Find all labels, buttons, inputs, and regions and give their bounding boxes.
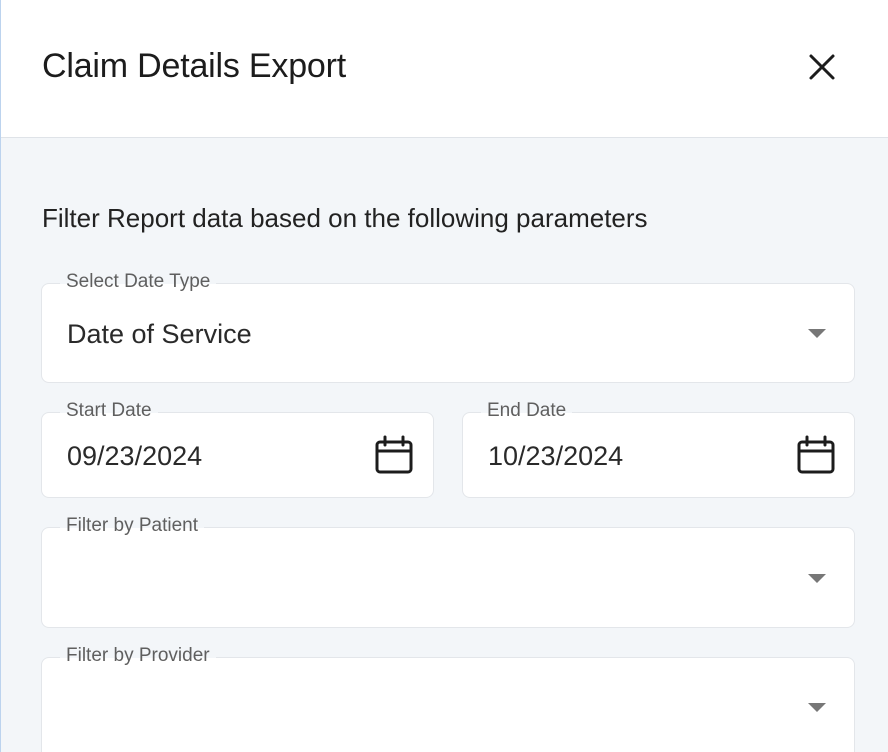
provider-filter-label: Filter by Provider <box>60 644 216 668</box>
start-date-value: 09/23/2024 <box>67 441 203 471</box>
date-type-label: Select Date Type <box>60 270 217 294</box>
dialog-title: Claim Details Export <box>42 47 346 85</box>
date-type-select[interactable]: Select Date Type Date of Service <box>41 270 855 383</box>
end-date-label: End Date <box>481 399 573 423</box>
calendar-icon[interactable] <box>374 435 414 475</box>
dropdown-caret-icon <box>808 329 826 338</box>
dropdown-caret-icon <box>808 574 826 583</box>
close-button[interactable] <box>797 42 847 92</box>
claim-export-dialog: Claim Details Export Filter Report data … <box>0 0 888 752</box>
form-subtitle: Filter Report data based on the followin… <box>42 203 648 233</box>
patient-filter-label: Filter by Patient <box>60 514 204 538</box>
dialog-header: Claim Details Export <box>1 0 888 138</box>
dropdown-caret-icon <box>808 703 826 712</box>
date-type-value: Date of Service <box>67 319 252 349</box>
close-icon <box>809 54 835 80</box>
calendar-icon[interactable] <box>796 435 836 475</box>
patient-filter-select[interactable]: Filter by Patient <box>41 514 855 628</box>
end-date-field[interactable]: End Date 10/23/2024 <box>462 399 855 498</box>
provider-filter-select[interactable]: Filter by Provider <box>41 644 855 752</box>
end-date-value: 10/23/2024 <box>488 441 624 471</box>
start-date-field[interactable]: Start Date 09/23/2024 <box>41 399 434 498</box>
start-date-label: Start Date <box>60 399 158 423</box>
